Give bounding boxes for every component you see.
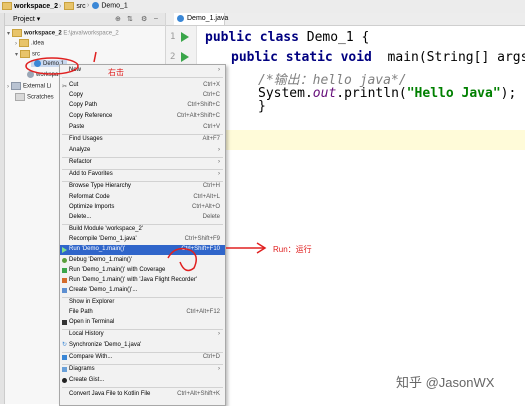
highlight-circle [25, 57, 79, 75]
annotation-run: Run：运行 [273, 245, 312, 254]
annotation-stroke [93, 51, 97, 63]
annotation-right-click: 右击 [108, 68, 124, 77]
annotation-scribble [167, 247, 197, 272]
watermark: 知乎 @JasonWX [396, 375, 495, 390]
annotation-overlay [25, 51, 267, 272]
